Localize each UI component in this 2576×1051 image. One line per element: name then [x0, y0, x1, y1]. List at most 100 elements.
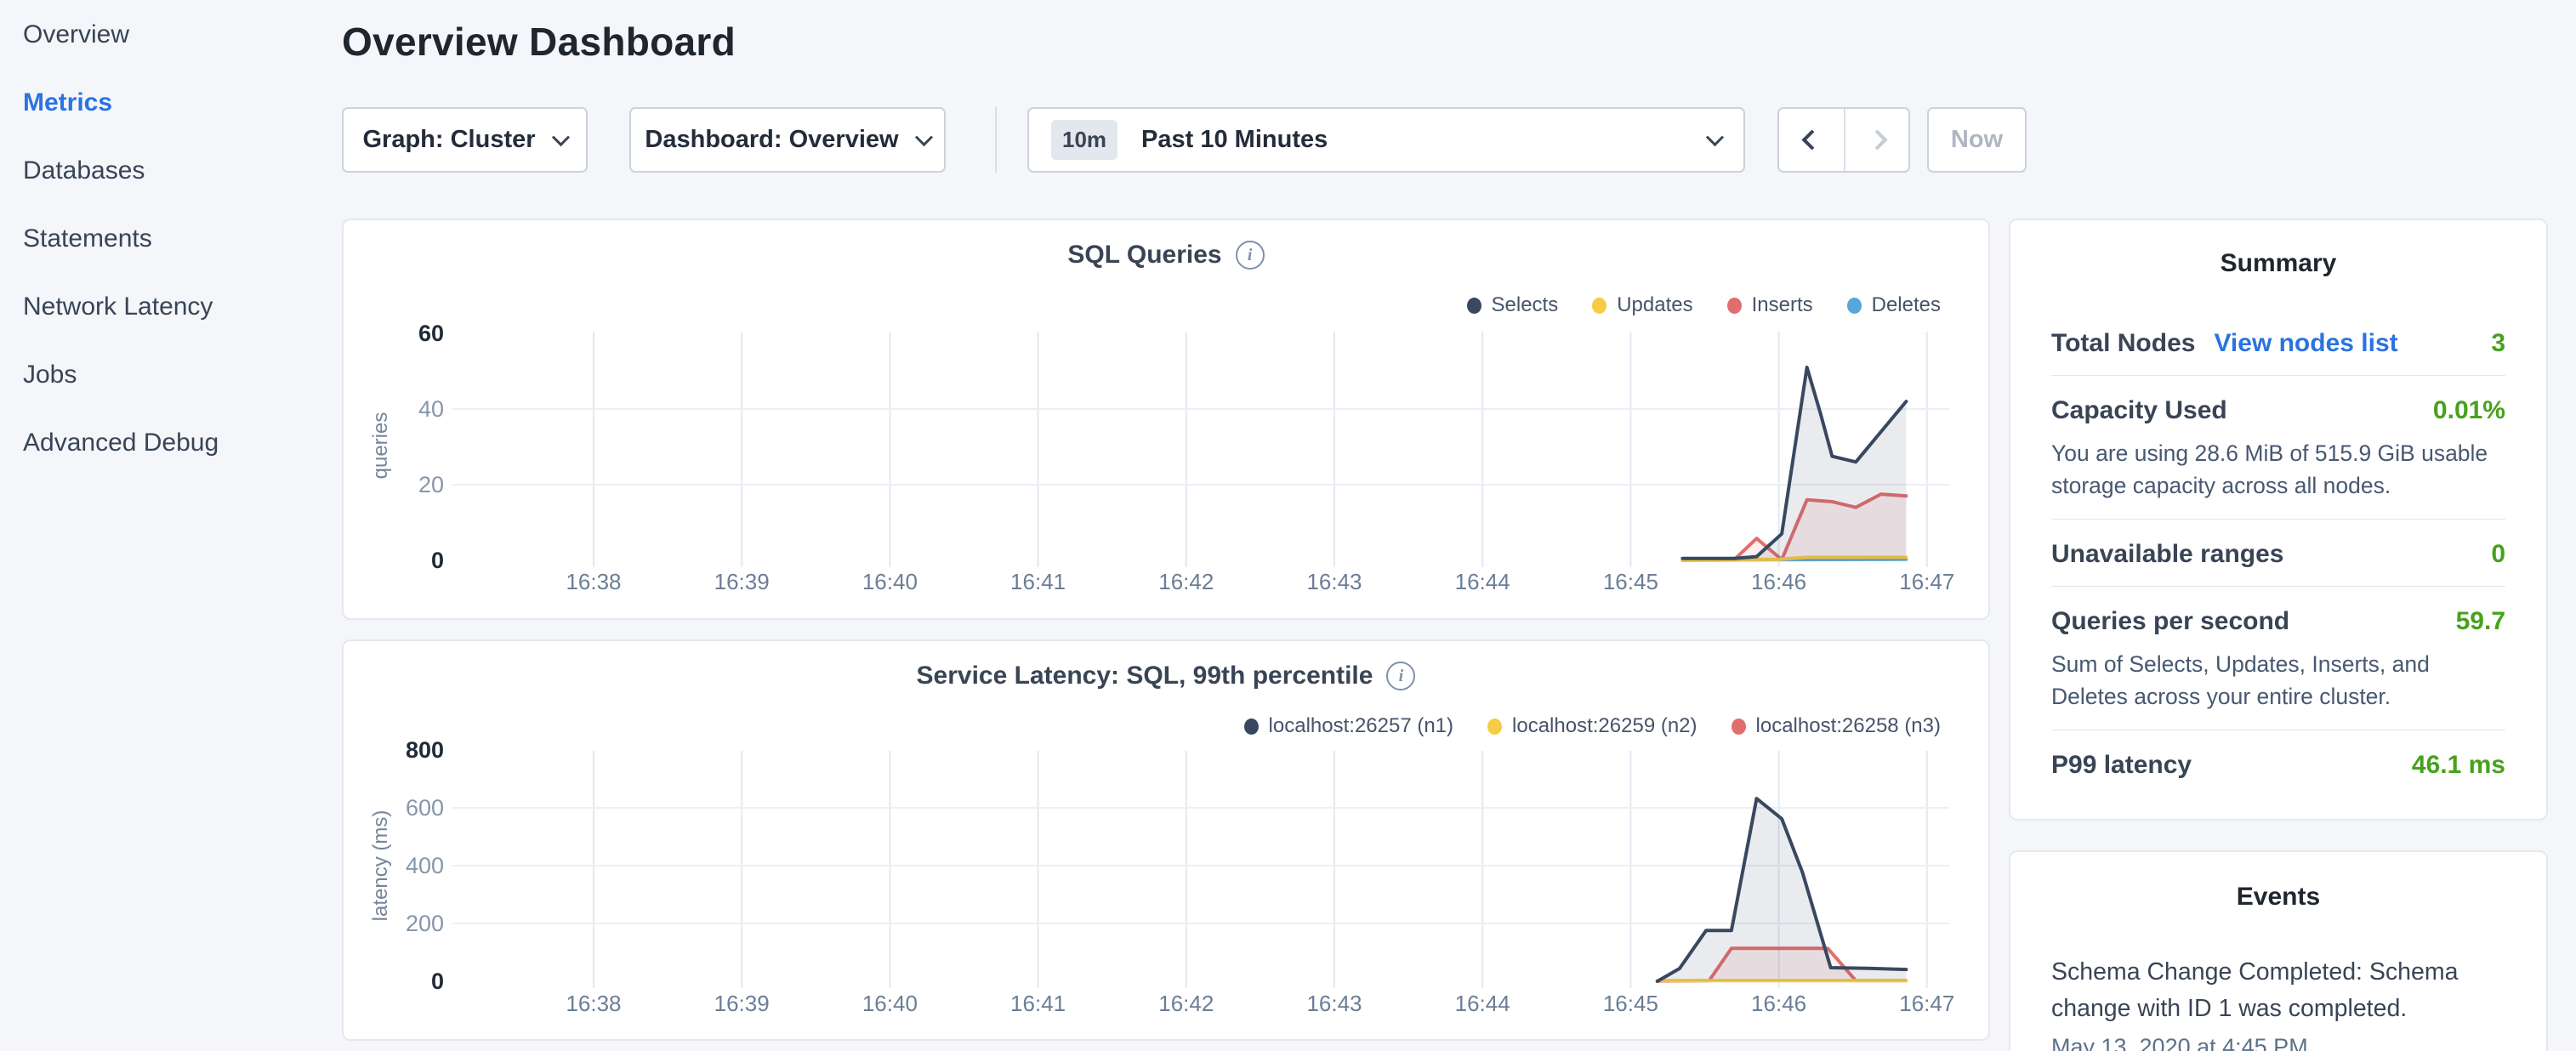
- summary-row-label: Capacity Used: [2051, 396, 2227, 425]
- summary-row-queries-per-second: Queries per second 59.7: [2051, 607, 2505, 636]
- x-tick-label: 16:40: [830, 991, 949, 1017]
- legend-dot-icon: [1847, 298, 1862, 314]
- summary-row-capacity-used: Capacity Used 0.01%: [2051, 396, 2505, 425]
- sidebar-item-advanced-debug[interactable]: Advanced Debug: [23, 429, 340, 457]
- x-tick-label: 16:47: [1868, 569, 1987, 595]
- legend-item: Deletes: [1847, 293, 1941, 317]
- legend-dot-icon: [1727, 298, 1742, 314]
- summary-row-value: 46.1 ms: [2412, 751, 2505, 780]
- summary-row-p99-latency: P99 latency 46.1 ms: [2051, 751, 2505, 780]
- summary-row-label: P99 latency: [2051, 751, 2192, 780]
- x-tick-label: 16:46: [1720, 569, 1839, 595]
- view-nodes-list-link[interactable]: View nodes list: [2214, 329, 2397, 358]
- chevron-left-icon: [1801, 129, 1822, 150]
- summary-row-subtext: Sum of Selects, Updates, Inserts, and De…: [2051, 648, 2505, 713]
- legend-label: localhost:26257 (n1): [1269, 714, 1453, 738]
- y-tick-label: 200: [344, 910, 444, 937]
- summary-row-unavailable-ranges: Unavailable ranges 0: [2051, 540, 2505, 569]
- service-latency-chart-card: Service Latency: SQL, 99th percentile i …: [342, 639, 1990, 1041]
- x-tick-label: 16:42: [1127, 991, 1246, 1017]
- x-tick-label: 16:38: [534, 569, 653, 595]
- graph-dropdown[interactable]: Graph: Cluster: [342, 107, 588, 173]
- x-tick-label: 16:38: [534, 991, 653, 1017]
- info-icon[interactable]: i: [1236, 241, 1265, 270]
- summary-row-label: Total Nodes: [2051, 329, 2195, 358]
- y-tick-label: 0: [344, 547, 444, 574]
- summary-title: Summary: [2051, 249, 2505, 278]
- legend-label: Updates: [1617, 293, 1692, 317]
- summary-row-label: Unavailable ranges: [2051, 540, 2283, 569]
- time-range-badge: 10m: [1051, 120, 1117, 160]
- legend-dot-icon: [1732, 719, 1746, 735]
- now-button[interactable]: Now: [1927, 107, 2027, 173]
- x-tick-label: 16:47: [1868, 991, 1987, 1017]
- summary-row-total-nodes: Total Nodes View nodes list 3: [2051, 329, 2505, 358]
- sidebar-item-statements[interactable]: Statements: [23, 224, 340, 253]
- info-icon[interactable]: i: [1386, 662, 1415, 690]
- y-tick-label: 800: [344, 736, 444, 764]
- divider: [2051, 519, 2505, 520]
- time-range-dropdown[interactable]: 10m Past 10 Minutes: [1027, 107, 1745, 173]
- x-tick-label: 16:44: [1423, 569, 1542, 595]
- chart-plot[interactable]: [452, 332, 1949, 569]
- sidebar-item-metrics[interactable]: Metrics: [23, 88, 340, 117]
- divider: [2051, 586, 2505, 587]
- x-tick-label: 16:45: [1571, 991, 1690, 1017]
- time-step-buttons: [1777, 107, 1910, 173]
- time-step-back-button[interactable]: [1779, 109, 1844, 171]
- events-title: Events: [2051, 883, 2505, 912]
- sidebar-item-overview[interactable]: Overview: [23, 20, 340, 49]
- chart-title: SQL Queries: [1067, 241, 1221, 270]
- divider: [995, 107, 997, 173]
- chart-legend: Selects Updates Inserts Deletes: [1467, 293, 1942, 317]
- legend-item: Inserts: [1727, 293, 1813, 317]
- graph-dropdown-label: Graph: Cluster: [362, 126, 535, 154]
- y-tick-label: 600: [344, 794, 444, 821]
- x-tick-label: 16:40: [830, 569, 949, 595]
- y-tick-label: 40: [344, 395, 444, 423]
- dashboard-dropdown[interactable]: Dashboard: Overview: [629, 107, 946, 173]
- x-tick-label: 16:41: [979, 991, 1098, 1017]
- chevron-down-icon: [1706, 128, 1724, 146]
- events-panel: Events Schema Change Completed: Schema c…: [2009, 850, 2548, 1051]
- legend-dot-icon: [1467, 298, 1481, 314]
- y-tick-label: 20: [344, 471, 444, 498]
- legend-dot-icon: [1244, 719, 1259, 735]
- legend-label: Selects: [1492, 293, 1559, 317]
- legend-label: Inserts: [1752, 293, 1813, 317]
- series-area-localhost:26257 (n1): [1658, 798, 1907, 981]
- sql-queries-chart-card: SQL Queries i Selects Updates Inserts Delet…: [342, 219, 1990, 620]
- summary-row-subtext: You are using 28.6 MiB of 515.9 GiB usab…: [2051, 437, 2505, 502]
- x-tick-label: 16:39: [682, 991, 801, 1017]
- chart-legend: localhost:26257 (n1)localhost:26259 (n2)…: [1244, 714, 1941, 738]
- legend-item: Updates: [1592, 293, 1692, 317]
- dashboard-dropdown-label: Dashboard: Overview: [645, 126, 898, 154]
- y-tick-label: 60: [344, 320, 444, 347]
- x-tick-label: 16:45: [1571, 569, 1690, 595]
- page-title: Overview Dashboard: [342, 19, 736, 65]
- chart-plot[interactable]: [452, 751, 1949, 990]
- time-step-forward-button[interactable]: [1844, 109, 1908, 171]
- sidebar: Overview Metrics Databases Statements Ne…: [0, 0, 340, 1051]
- chevron-right-icon: [1867, 129, 1887, 150]
- summary-row-value: 59.7: [2456, 607, 2505, 636]
- x-tick-label: 16:43: [1275, 991, 1394, 1017]
- event-item-text: Schema Change Completed: Schema change w…: [2051, 954, 2505, 1027]
- sidebar-item-databases[interactable]: Databases: [23, 156, 340, 185]
- x-tick-label: 16:46: [1720, 991, 1839, 1017]
- event-item-date: May 13, 2020 at 4:45 PM: [2051, 1034, 2505, 1051]
- sidebar-item-jobs[interactable]: Jobs: [23, 361, 340, 389]
- x-tick-label: 16:39: [682, 569, 801, 595]
- x-tick-label: 16:41: [979, 569, 1098, 595]
- x-tick-label: 16:42: [1127, 569, 1246, 595]
- y-tick-label: 400: [344, 852, 444, 879]
- summary-panel: Summary Total Nodes View nodes list 3 Ca…: [2009, 219, 2548, 821]
- y-tick-label: 0: [344, 968, 444, 995]
- summary-row-label: Queries per second: [2051, 607, 2289, 636]
- x-tick-label: 16:43: [1275, 569, 1394, 595]
- summary-row-value: 0.01%: [2433, 396, 2505, 425]
- chevron-down-icon: [914, 128, 932, 146]
- sidebar-item-network-latency[interactable]: Network Latency: [23, 293, 340, 321]
- x-tick-label: 16:44: [1423, 991, 1542, 1017]
- legend-label: Deletes: [1872, 293, 1941, 317]
